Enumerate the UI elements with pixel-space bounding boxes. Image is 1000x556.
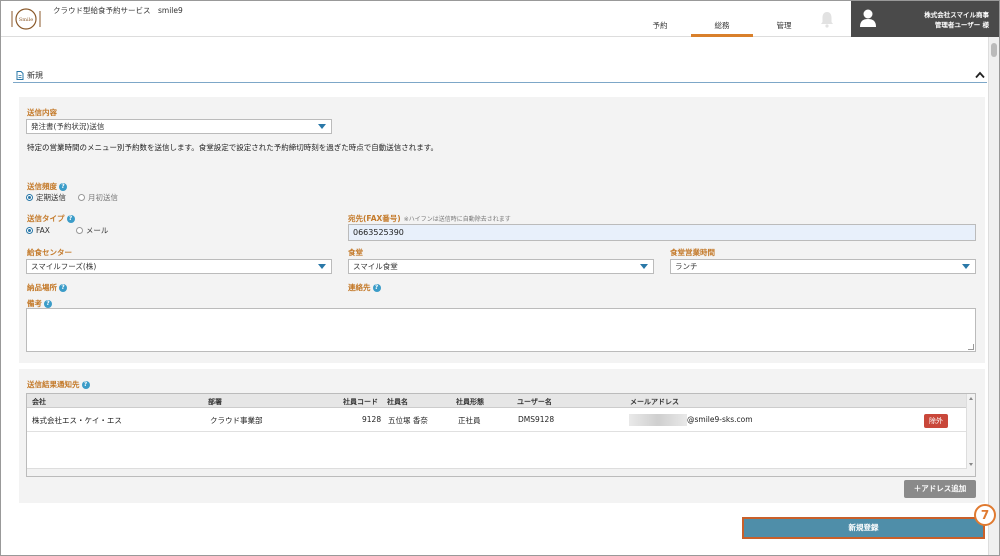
document-icon: [16, 71, 24, 80]
column-employee-name: 社員名: [387, 398, 408, 406]
notify-table: 会社 部署 社員コード 社員名 社員形態 ユーザー名 メールアドレス 株式会社エ…: [26, 393, 976, 477]
send-content-select[interactable]: 発注書(予約状況)送信: [26, 119, 332, 134]
row-username: DMS9128: [518, 415, 555, 424]
table-vertical-scrollbar[interactable]: [966, 394, 975, 476]
row-employee-code: 9128: [362, 415, 382, 424]
column-employment-type: 社員形態: [456, 398, 484, 406]
scroll-down-icon[interactable]: [969, 463, 973, 466]
cafeteria-value: スマイル食堂: [353, 262, 398, 271]
send-content-label: 送信内容: [27, 108, 57, 117]
app-title: クラウド型給食予約サービス smile9: [53, 6, 183, 15]
chevron-down-icon: [962, 264, 970, 269]
page-scrollbar[interactable]: [988, 37, 999, 555]
contact-label-text: 連絡先: [348, 283, 371, 292]
delivery-place-label: 納品場所?: [27, 282, 67, 293]
send-type-radio-mail[interactable]: [75, 227, 83, 234]
smile-logo-icon[interactable]: Smile: [9, 7, 43, 31]
scroll-up-icon[interactable]: [969, 397, 973, 400]
row-company: 株式会社エス・ケイ・エス: [32, 416, 122, 425]
app-frame: Smile クラウド型給食予約サービス smile9 予約 総務 管理 株式会社…: [0, 0, 1000, 556]
hours-select[interactable]: ランチ: [670, 259, 976, 274]
chevron-down-icon: [318, 124, 326, 129]
remove-button[interactable]: 除外: [924, 414, 948, 428]
row-dept: クラウド事業部: [210, 416, 263, 425]
chevron-down-icon: [640, 264, 648, 269]
resize-handle-icon[interactable]: [968, 344, 974, 350]
center-value: スマイルフーズ(株): [31, 262, 97, 271]
destination-label-text: 宛先(FAX番号): [348, 214, 401, 223]
help-icon[interactable]: ?: [59, 284, 67, 292]
center-label: 給食センター: [27, 248, 72, 257]
column-dept: 部署: [208, 398, 222, 406]
send-type-radio-group: FAX メール: [26, 225, 120, 236]
page-scrollbar-thumb[interactable]: [991, 43, 997, 57]
send-content-value: 発注書(予約状況)送信: [31, 122, 105, 131]
notify-label: 送信結果通知先?: [27, 379, 90, 390]
nav-tab-management[interactable]: 管理: [753, 1, 815, 37]
notify-table-header: 会社 部署 社員コード 社員名 社員形態 ユーザー名 メールアドレス: [27, 394, 967, 408]
column-email: メールアドレス: [630, 398, 679, 406]
help-icon[interactable]: ?: [44, 300, 52, 308]
row-employment-type: 正社員: [458, 416, 481, 425]
send-type-option-mail[interactable]: メール: [86, 225, 109, 236]
hours-label: 食堂営業時間: [670, 248, 715, 257]
redacted-email-mask: [629, 414, 687, 426]
column-employee-code: 社員コード: [343, 398, 378, 406]
frequency-label: 送信頻度?: [27, 181, 67, 192]
help-icon[interactable]: ?: [66, 215, 75, 223]
user-avatar-icon: [860, 9, 876, 27]
cafeteria-label: 食堂: [348, 248, 363, 257]
send-type-label-text: 送信タイプ: [27, 214, 65, 223]
frequency-radio-periodic[interactable]: [26, 194, 33, 201]
table-row: 株式会社エス・ケイ・エス クラウド事業部 9128 五位塚 香奈 正社員 DMS…: [27, 408, 967, 432]
register-button[interactable]: 新規登録: [742, 517, 985, 539]
column-username: ユーザー名: [517, 398, 552, 406]
step-marker-badge: 7: [974, 504, 996, 526]
frequency-radio-group: 定期送信 月初送信: [26, 192, 130, 203]
user-info: 株式会社スマイル商事 管理者ユーザー 様: [924, 10, 989, 30]
notify-label-text: 送信結果通知先: [27, 380, 80, 389]
send-type-label: 送信タイプ?: [27, 213, 75, 224]
send-type-radio-fax[interactable]: [26, 227, 33, 234]
row-email: @smile9-sks.com: [687, 415, 753, 424]
frequency-radio-monthly[interactable]: [78, 194, 85, 201]
column-company: 会社: [32, 398, 46, 406]
nav-tab-general-affairs[interactable]: 総務: [691, 1, 753, 37]
destination-note: ※ハイフンは送信時に自動除去されます: [403, 216, 511, 223]
table-horizontal-scrollbar[interactable]: [27, 468, 967, 476]
frequency-option-monthly[interactable]: 月初送信: [88, 192, 118, 203]
logo-text: Smile: [19, 17, 33, 23]
app-header: Smile クラウド型給食予約サービス smile9 予約 総務 管理 株式会社…: [1, 1, 999, 37]
user-company: 株式会社スマイル商事: [924, 11, 989, 19]
help-icon[interactable]: ?: [81, 381, 90, 389]
chevron-up-icon[interactable]: [975, 71, 985, 79]
send-type-option-fax[interactable]: FAX: [36, 226, 50, 235]
help-icon[interactable]: ?: [372, 284, 381, 292]
section-title: 新規: [27, 71, 43, 80]
remarks-label-text: 備考: [27, 299, 42, 308]
user-role: 管理者ユーザー 様: [934, 21, 989, 29]
nav-tab-reservation[interactable]: 予約: [629, 1, 691, 37]
contact-label: 連絡先?: [348, 282, 381, 293]
destination-fax-input[interactable]: 0663525390: [348, 224, 976, 241]
section-header: 新規: [13, 69, 987, 83]
row-employee-name: 五位塚 香奈: [388, 416, 428, 425]
frequency-option-periodic[interactable]: 定期送信: [36, 192, 66, 203]
chevron-down-icon: [318, 264, 326, 269]
delivery-place-label-text: 納品場所: [27, 283, 57, 292]
cafeteria-select[interactable]: スマイル食堂: [348, 259, 654, 274]
help-icon[interactable]: ?: [59, 183, 67, 191]
remarks-textarea[interactable]: [26, 308, 976, 352]
user-menu[interactable]: 株式会社スマイル商事 管理者ユーザー 様: [851, 1, 999, 37]
add-address-button[interactable]: ＋アドレス追加: [904, 480, 976, 498]
main-nav: 予約 総務 管理: [629, 1, 815, 37]
bell-icon[interactable]: [819, 10, 835, 28]
frequency-label-text: 送信頻度: [27, 182, 57, 191]
send-content-description: 特定の営業時間のメニュー別予約数を送信します。食堂設定で設定された予約締切時刻を…: [27, 143, 438, 152]
hours-value: ランチ: [675, 262, 698, 271]
destination-label: 宛先(FAX番号) ※ハイフンは送信時に自動除去されます: [348, 213, 511, 224]
center-select[interactable]: スマイルフーズ(株): [26, 259, 332, 274]
